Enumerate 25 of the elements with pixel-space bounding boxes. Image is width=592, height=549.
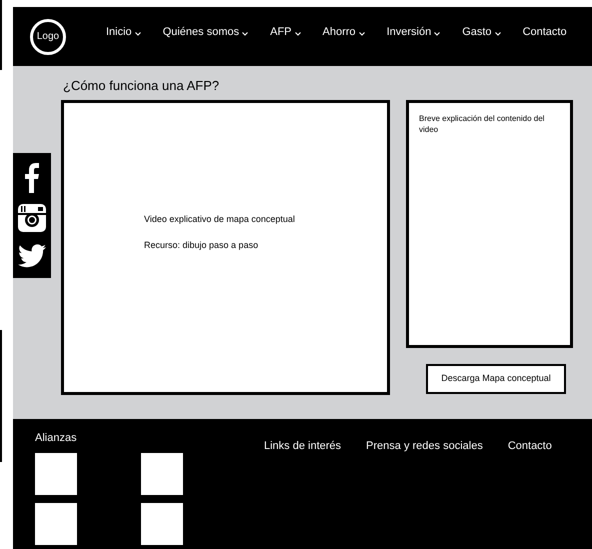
footer-link[interactable]: Contacto [508,438,552,454]
description-text: Breve explicación del contenido del video [419,113,546,135]
partner-logo[interactable] [35,453,77,495]
alliances-heading: Alianzas [35,431,77,446]
nav-link[interactable]: Quiénes somos [162,24,248,41]
download-button[interactable]: Descarga Mapa conceptual [426,364,566,394]
footer-link[interactable]: Prensa y redes sociales [366,438,483,454]
facebook-icon[interactable] [24,162,40,193]
nav-link[interactable]: Inicio [106,24,141,41]
bird-icon[interactable] [18,244,46,268]
logo[interactable]: Logo [30,18,66,54]
nav-link[interactable]: AFP [270,24,301,41]
partner-logo[interactable] [141,503,183,545]
partner-logo[interactable] [141,453,183,495]
camera-icon[interactable] [18,204,46,232]
nav-link[interactable]: Gasto [462,24,501,41]
video-placeholder[interactable]: Video explicativo de mapa conceptual Recurso: dibujo paso a paso [61,100,390,395]
partner-logo[interactable] [35,503,77,545]
video-caption: Recurso: dibujo paso a paso [144,238,260,252]
nav-link[interactable]: Inversión [386,24,440,41]
nav-link[interactable]: Contacto [522,24,567,41]
nav-link[interactable]: Ahorro [322,24,365,41]
page-title: ¿Cómo funciona una AFP? [63,77,220,95]
video-caption: Video explicativo de mapa conceptual [144,213,296,226]
footer-link[interactable]: Links de interés [264,438,342,454]
